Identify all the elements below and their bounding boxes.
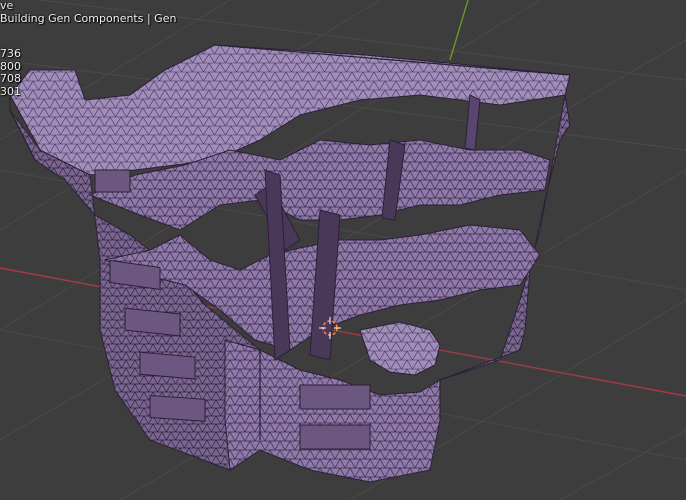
stat-edges: 800 <box>0 59 21 73</box>
interior-wall <box>464 94 481 151</box>
collection-label: Building Gen Components | Gen <box>0 11 177 25</box>
viewport-canvas[interactable] <box>0 0 686 500</box>
stat-triangles: 301 <box>0 84 21 98</box>
stat-vertices: 736 <box>0 47 21 60</box>
mode-label: ve <box>0 0 14 12</box>
building-mesh[interactable] <box>9 44 571 483</box>
lower-floor-slab <box>359 321 441 376</box>
interior-wall <box>309 209 341 361</box>
viewport-info-text: ve Building Gen Components | Gen <box>0 0 176 25</box>
3d-viewport[interactable]: ve Building Gen Components | Gen 736 800… <box>0 0 686 500</box>
stat-faces: 708 <box>0 72 21 85</box>
mesh-statistics: 736 800 708 301 <box>0 47 21 98</box>
y-axis-line <box>449 0 469 61</box>
